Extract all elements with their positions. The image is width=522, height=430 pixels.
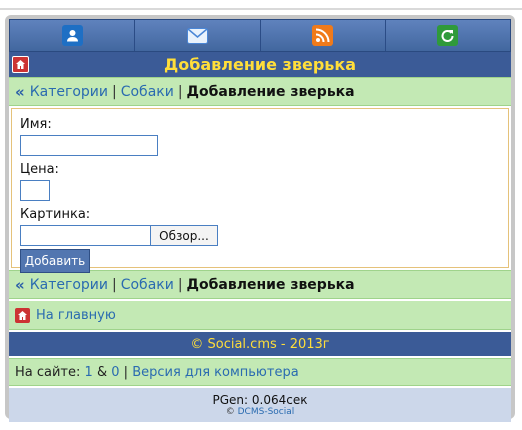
refresh-icon xyxy=(437,25,459,46)
rss-icon xyxy=(312,25,334,46)
name-input[interactable] xyxy=(20,135,158,156)
home-link[interactable]: На главную xyxy=(36,308,116,323)
nav-rss-button[interactable] xyxy=(260,20,386,51)
home-icon[interactable] xyxy=(12,56,29,73)
desktop-version-link[interactable]: Версия для компьютера xyxy=(132,365,298,380)
price-label: Цена: xyxy=(20,162,59,177)
nav-refresh-button[interactable] xyxy=(385,20,510,51)
breadcrumb-dogs-link[interactable]: Собаки xyxy=(121,84,174,100)
pgen-text: PGen: 0.064сек xyxy=(212,393,308,407)
title-bar: Добавление зверька xyxy=(9,52,511,77)
breadcrumb: « Категории | Собаки | Добавление зверьк… xyxy=(9,77,511,106)
breadcrumb-separator: | xyxy=(177,83,183,100)
engine-link[interactable]: DCMS-Social xyxy=(238,407,295,417)
engine-credit: © DCMS-Social xyxy=(226,407,295,417)
name-label: Имя: xyxy=(20,117,52,132)
raquo-icon: « xyxy=(15,275,25,294)
browse-button[interactable]: Обзор... xyxy=(150,225,218,246)
top-nav xyxy=(9,19,511,52)
online-row: На сайте: 1 & 0 | Версия для компьютера xyxy=(9,358,511,386)
page-title: Добавление зверька xyxy=(163,55,357,74)
breadcrumb-separator: | xyxy=(177,276,183,293)
add-animal-form: Имя: Цена: Картинка: Обзор... Добавить xyxy=(11,108,509,273)
page-content: Добавление зверька « Категории | Собаки … xyxy=(9,19,511,422)
breadcrumb-dogs-link[interactable]: Собаки xyxy=(121,277,174,293)
user-icon xyxy=(61,25,83,46)
submit-button[interactable]: Добавить xyxy=(20,249,90,273)
breadcrumb-categories-link[interactable]: Категории xyxy=(30,84,108,100)
breadcrumb-current: Добавление зверька xyxy=(186,276,355,293)
footer-copyright: © Social.cms - 2013г xyxy=(190,336,330,352)
online-count-guests[interactable]: 0 xyxy=(111,365,119,380)
mail-icon xyxy=(186,25,208,46)
copyright-symbol: © xyxy=(225,407,235,417)
footer-copyright-bar: © Social.cms - 2013г xyxy=(9,332,511,356)
home-row: На главную xyxy=(9,301,511,330)
home-icon[interactable] xyxy=(15,307,30,323)
page-gen-info: PGen: 0.064сек © DCMS-Social xyxy=(9,388,511,422)
nav-mail-button[interactable] xyxy=(135,20,261,51)
breadcrumb-bottom: « Категории | Собаки | Добавление зверьк… xyxy=(9,270,511,299)
image-label: Картинка: xyxy=(20,207,91,222)
online-separator: | xyxy=(123,364,129,380)
online-count-users[interactable]: 1 xyxy=(85,365,93,380)
file-path-field[interactable] xyxy=(20,225,150,246)
nav-profile-button[interactable] xyxy=(10,20,136,51)
online-prefix: На сайте: xyxy=(15,364,81,380)
breadcrumb-categories-link[interactable]: Категории xyxy=(30,277,108,293)
breadcrumb-separator: | xyxy=(112,83,117,100)
raquo-icon: « xyxy=(15,82,25,101)
top-divider xyxy=(0,8,522,10)
breadcrumb-separator: | xyxy=(112,276,117,293)
price-input[interactable] xyxy=(20,180,50,201)
page-frame: Добавление зверька « Категории | Собаки … xyxy=(5,15,515,422)
online-amp: & xyxy=(96,364,108,380)
breadcrumb-current: Добавление зверька xyxy=(186,83,355,100)
file-picker: Обзор... xyxy=(20,225,500,246)
